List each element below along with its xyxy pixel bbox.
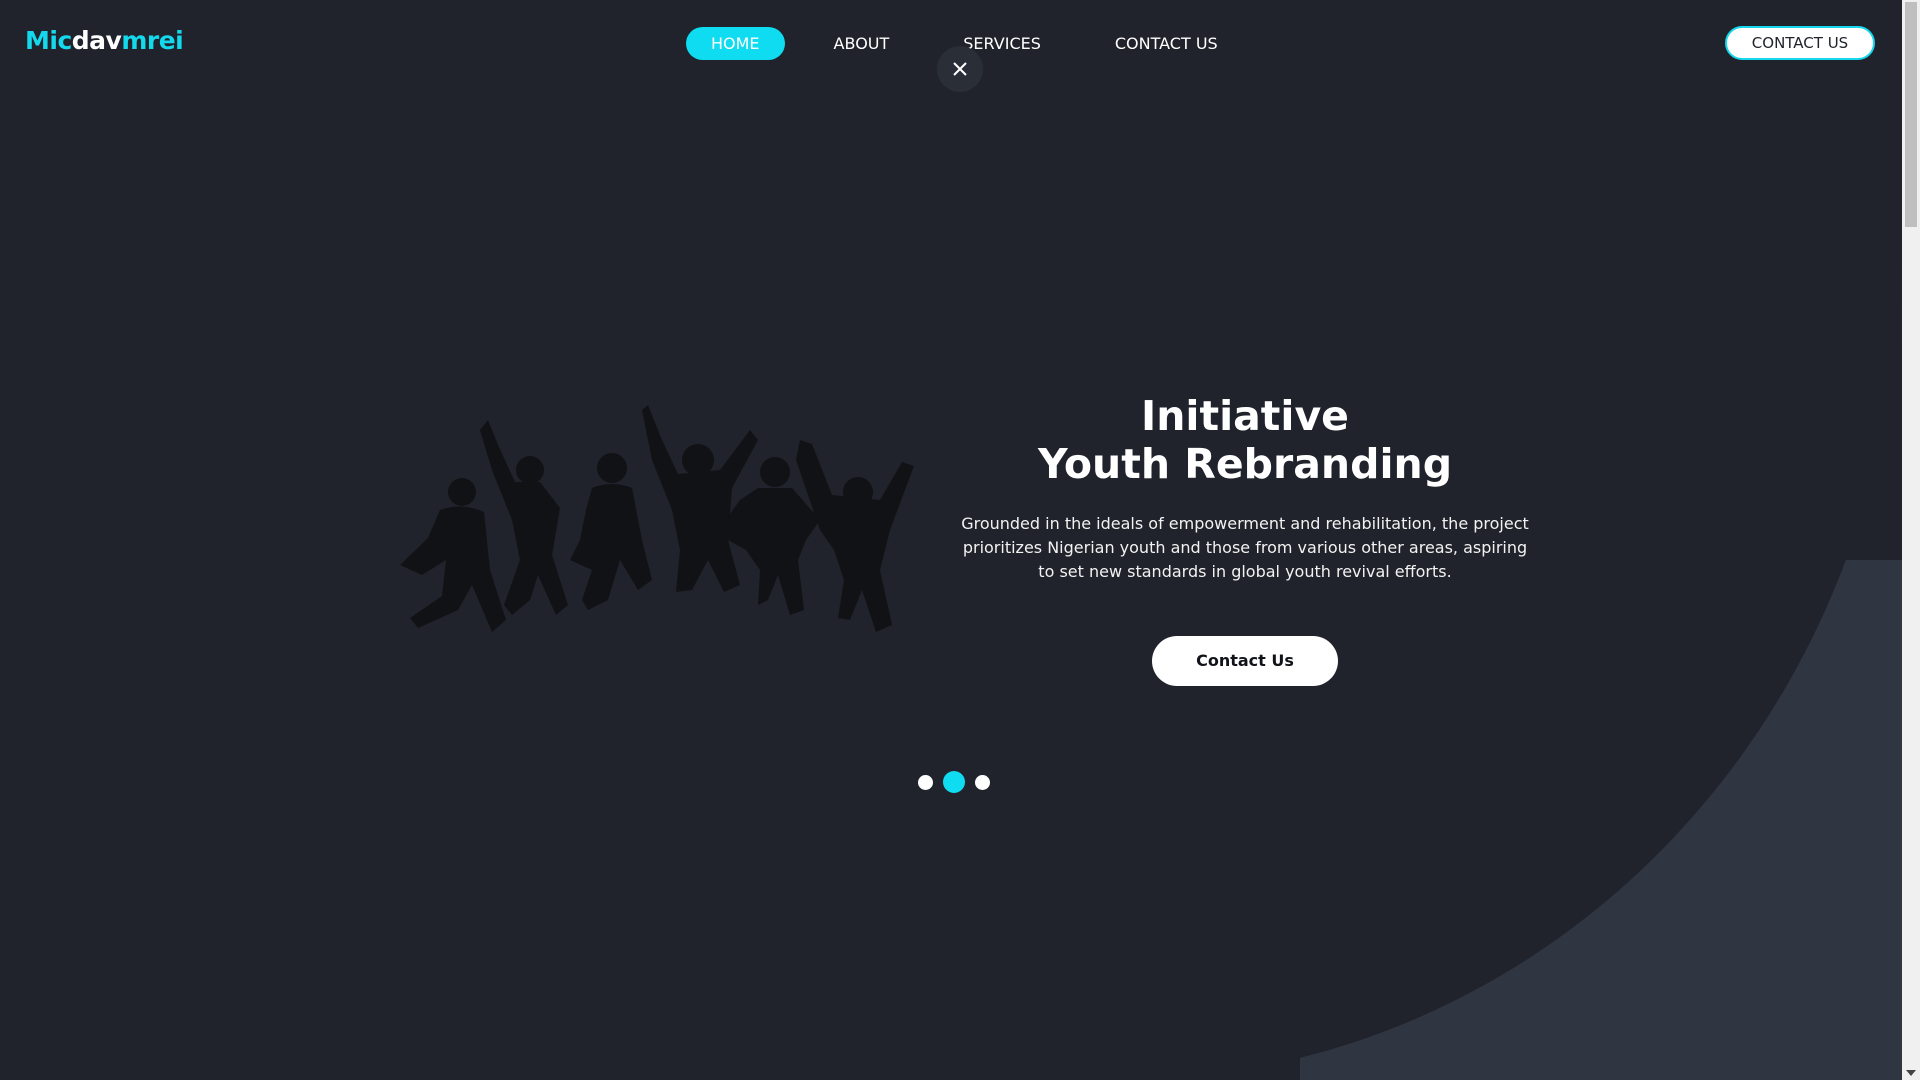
header-contact-us-button[interactable]: CONTACT US [1725,26,1875,60]
hero-content: Initiative Youth Rebranding Grounded in … [955,392,1535,686]
hero-contact-us-button[interactable]: Contact Us [1152,636,1338,686]
nav-item-home[interactable]: HOME [686,27,785,60]
nav-item-contact-us[interactable]: CONTACT US [1090,27,1243,60]
carousel-dot-3[interactable] [975,774,990,790]
carousel-indicators [918,771,1000,793]
brand-logo-part-3: mrei [121,26,184,55]
brand-logo-part-2: dav [71,26,122,55]
carousel-dot-2[interactable] [943,771,965,793]
brand-logo[interactable]: Micdavmrei [25,26,184,55]
site-header: Micdavmrei HOME ABOUT SERVICES CONTACT U… [0,0,1900,92]
scroll-down-arrow-icon[interactable] [1906,1070,1916,1076]
hero-title: Initiative Youth Rebranding [955,392,1535,488]
hero-title-line-1: Initiative [1140,392,1349,440]
nav-item-about[interactable]: ABOUT [809,27,915,60]
close-button[interactable] [937,46,983,92]
vertical-scrollbar[interactable] [1902,0,1920,1080]
hero-title-line-2: Youth Rebranding [1037,440,1453,488]
scrollbar-thumb[interactable] [1905,2,1917,227]
brand-logo-part-1: Mic [25,26,72,55]
carousel-dot-1[interactable] [918,774,933,790]
page: Micdavmrei HOME ABOUT SERVICES CONTACT U… [0,0,1920,1080]
hero-description: Grounded in the ideals of empowerment an… [961,514,1529,581]
close-icon [953,62,967,76]
jumping-youth-silhouettes-image [400,405,914,632]
